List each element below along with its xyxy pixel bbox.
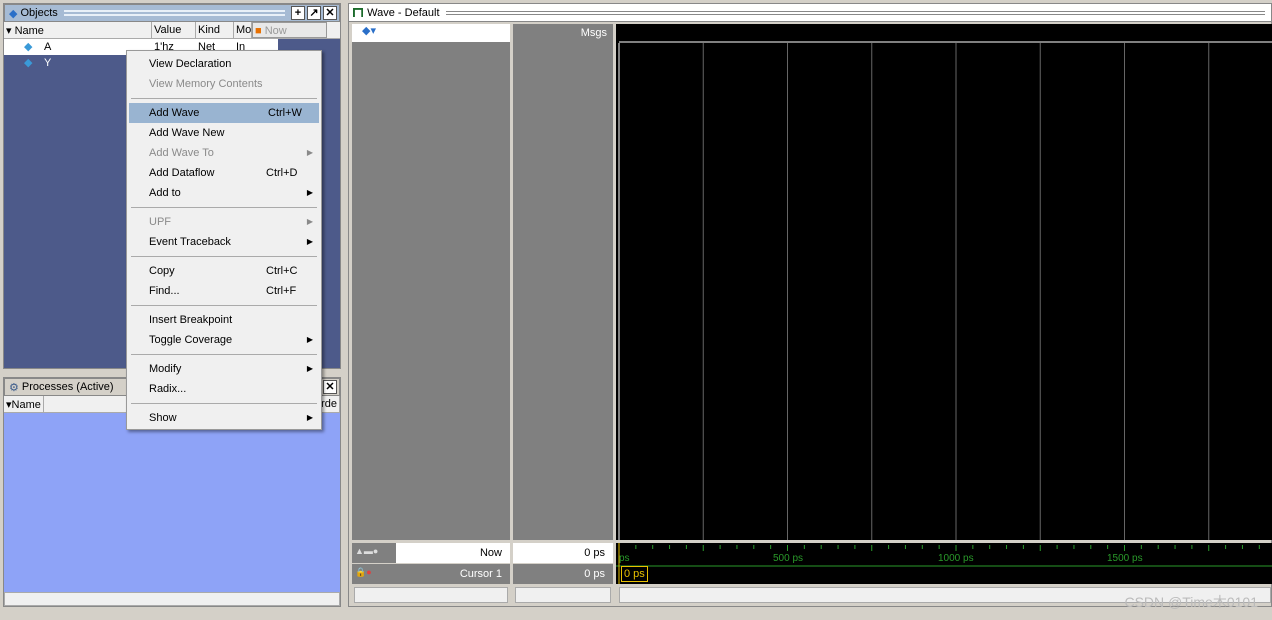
cursor-row: 🔒● Cursor 1 bbox=[352, 564, 510, 584]
col-mode[interactable]: Mode bbox=[234, 22, 252, 38]
menu-item-upf[interactable]: UPF ▶ bbox=[127, 212, 321, 232]
gear-icon: ⚙ bbox=[9, 381, 19, 394]
cursor-label: Cursor 1 bbox=[459, 568, 502, 580]
drag-grip[interactable] bbox=[63, 10, 285, 16]
menu-item-modify[interactable]: Modify ▶ bbox=[127, 359, 321, 379]
menu-item-event-traceback[interactable]: Event Traceback ▶ bbox=[127, 232, 321, 252]
wave-canvas[interactable] bbox=[616, 24, 1272, 604]
menu-item-toggle-coverage[interactable]: Toggle Coverage ▶ bbox=[127, 330, 321, 350]
menu-item-add-to[interactable]: Add to ▶ bbox=[127, 183, 321, 203]
col-kind[interactable]: Kind bbox=[196, 22, 234, 38]
menu-separator bbox=[131, 207, 317, 208]
col-value[interactable]: Value bbox=[152, 22, 196, 38]
watermark: CSDN @Time木0101 bbox=[1124, 594, 1258, 610]
values-scrollbar[interactable] bbox=[515, 587, 611, 603]
signal-icon: ◆ bbox=[24, 41, 33, 53]
msgs-header: Msgs bbox=[580, 27, 607, 39]
horizontal-scrollbar[interactable] bbox=[4, 592, 340, 606]
cursor-icons[interactable]: 🔒● bbox=[352, 564, 396, 584]
now-icons[interactable]: ▲▬● bbox=[352, 543, 396, 563]
wave-window: ▆ Wave - Default ◆▾ Msgs ▲▬● Now 0 ps 🔒●… bbox=[348, 3, 1272, 607]
menu-separator bbox=[131, 403, 317, 404]
submenu-arrow-icon: ▶ bbox=[306, 413, 313, 422]
processes-title: Processes (Active) bbox=[21, 381, 114, 393]
objects-title: Objects bbox=[20, 7, 58, 19]
values-pane: Msgs bbox=[513, 24, 613, 540]
signal-names-pane: ◆▾ bbox=[352, 24, 510, 540]
submenu-arrow-icon: ▶ bbox=[306, 237, 313, 246]
objects-titlebar[interactable]: ◆ Objects + ↗ ✕ bbox=[4, 4, 340, 22]
submenu-arrow-icon: ▶ bbox=[306, 335, 313, 344]
menu-item-copy[interactable]: Copy Ctrl+C bbox=[127, 261, 321, 281]
tick-label: 1000 ps bbox=[938, 553, 974, 564]
objects-icon: ◆ bbox=[9, 7, 18, 20]
menu-item-view-memory-contents[interactable]: View Memory Contents bbox=[127, 74, 321, 94]
menu-item-radix[interactable]: Radix... bbox=[127, 379, 321, 399]
menu-item-insert-breakpoint[interactable]: Insert Breakpoint bbox=[127, 310, 321, 330]
dock-icon[interactable]: + bbox=[291, 6, 305, 20]
cursor-value: 0 ps bbox=[513, 564, 613, 584]
cursor-time-marker[interactable]: 0 ps bbox=[621, 566, 648, 582]
col-name[interactable]: ▾ Name bbox=[4, 22, 152, 38]
objects-header: ▾ Name Value Kind Mode ■ Now bbox=[4, 22, 340, 39]
menu-item-add-dataflow[interactable]: Add Dataflow Ctrl+D bbox=[127, 163, 321, 183]
context-menu: View Declaration View Memory Contents Add … bbox=[126, 50, 322, 430]
wave-title: Wave - Default bbox=[367, 6, 440, 19]
menu-separator bbox=[131, 98, 317, 99]
names-scrollbar[interactable] bbox=[354, 587, 508, 603]
wave-icon: ▆ bbox=[353, 8, 364, 17]
menu-item-add-wave-new[interactable]: Add Wave New bbox=[127, 123, 321, 143]
wave-toolbar-icon[interactable]: ◆▾ bbox=[352, 24, 510, 42]
tick-label: ps bbox=[619, 553, 630, 564]
close-icon[interactable]: ✕ bbox=[323, 6, 337, 20]
now-label: Now bbox=[396, 543, 510, 563]
submenu-arrow-icon: ▶ bbox=[306, 148, 313, 157]
now-row: ▲▬● Now bbox=[352, 543, 510, 563]
menu-item-show[interactable]: Show ▶ bbox=[127, 408, 321, 428]
menu-item-find[interactable]: Find... Ctrl+F bbox=[127, 281, 321, 301]
submenu-arrow-icon: ▶ bbox=[306, 217, 313, 226]
submenu-arrow-icon: ▶ bbox=[306, 364, 313, 373]
wave-titlebar[interactable]: ▆ Wave - Default bbox=[349, 4, 1271, 22]
wave-background bbox=[616, 24, 1272, 540]
signal-icon: ◆ bbox=[24, 57, 33, 69]
tick-label: 500 ps bbox=[773, 553, 804, 564]
drag-grip[interactable] bbox=[445, 10, 1265, 15]
menu-item-add-wave-to[interactable]: Add Wave To ▶ bbox=[127, 143, 321, 163]
col-name[interactable]: ▾Name bbox=[4, 396, 44, 412]
menu-separator bbox=[131, 354, 317, 355]
menu-separator bbox=[131, 256, 317, 257]
menu-item-view-declaration[interactable]: View Declaration bbox=[127, 54, 321, 74]
submenu-arrow-icon: ▶ bbox=[306, 188, 313, 197]
menu-item-add-wave[interactable]: Add Wave Ctrl+W bbox=[129, 103, 319, 123]
undock-icon[interactable]: ↗ bbox=[307, 6, 321, 20]
now-value: 0 ps bbox=[513, 543, 613, 563]
close-icon[interactable]: ✕ bbox=[323, 380, 337, 394]
menu-separator bbox=[131, 305, 317, 306]
now-toolbar[interactable]: ■ Now bbox=[252, 22, 327, 38]
tick-label: 1500 ps bbox=[1107, 553, 1143, 564]
